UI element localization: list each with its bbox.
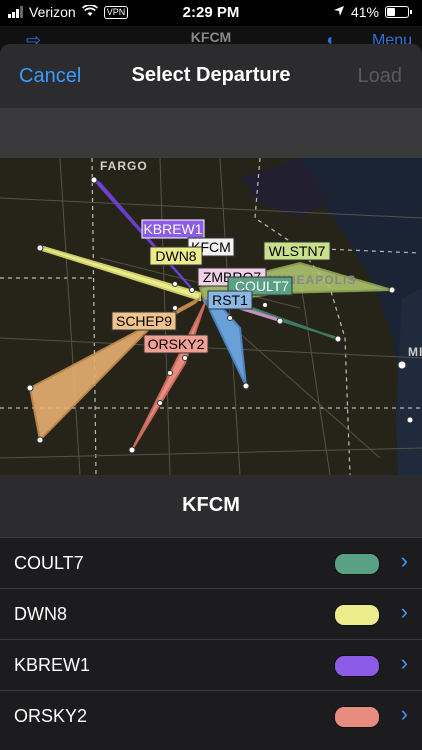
battery-nub [410,10,412,14]
procedure-name: DWN8 [14,604,67,624]
color-swatch[interactable] [334,655,380,677]
procedure-list: COULT7 › DWN8 › KBREW1 › ORSKY2 › [0,537,422,741]
status-bar: Verizon VPN 2:29 PM 41% [0,0,422,26]
list-item[interactable]: COULT7 › [0,537,422,588]
departure-map[interactable]: FARGO MINNEAPOLIS MI KBREW1 KFCM DWN8 WL… [0,158,422,475]
color-swatch[interactable] [334,604,380,626]
location-arrow-icon [333,4,345,20]
airport-code: KFCM [182,494,240,516]
chevron-right-icon[interactable]: › [401,650,408,676]
map-canvas[interactable]: FARGO MINNEAPOLIS MI KBREW1 KFCM DWN8 WL… [0,158,422,475]
color-swatch[interactable] [334,706,380,728]
select-departure-sheet: Cancel Select Departure Load FARGO MINNE… [0,44,422,750]
chevron-right-icon[interactable]: › [401,548,408,574]
load-button[interactable]: Load [358,65,403,88]
sheet-navbar: Cancel Select Departure Load [0,44,422,109]
color-swatch[interactable] [334,553,380,575]
battery-icon [385,6,409,18]
procedure-name: COULT7 [14,553,84,573]
label-kbrew1[interactable]: KBREW1 [143,221,202,237]
route-rst1 [203,298,247,387]
label-schep9[interactable]: SCHEP9 [116,313,172,329]
city-label-fargo: FARGO [100,159,148,173]
label-rst1[interactable]: RST1 [212,292,248,308]
label-wlstn7[interactable]: WLSTN7 [269,243,326,259]
battery-percent: 41% [350,4,379,20]
procedure-name: ORSKY2 [14,706,88,726]
chevron-right-icon[interactable]: › [401,701,408,727]
list-item[interactable]: ORSKY2 › [0,690,422,741]
label-orsky2[interactable]: ORSKY2 [148,336,205,352]
background-title: KFCM [190,29,232,45]
chevron-right-icon[interactable]: › [401,599,408,625]
procedure-name: KBREW1 [14,655,91,675]
list-item[interactable]: KBREW1 › [0,639,422,690]
label-dwn8[interactable]: DWN8 [155,248,196,264]
city-label-mi: MI [408,345,422,359]
status-right: 41% [333,4,412,20]
airport-section-header: KFCM [0,475,422,537]
list-item[interactable]: DWN8 › [0,588,422,639]
map-header-band [0,109,422,158]
